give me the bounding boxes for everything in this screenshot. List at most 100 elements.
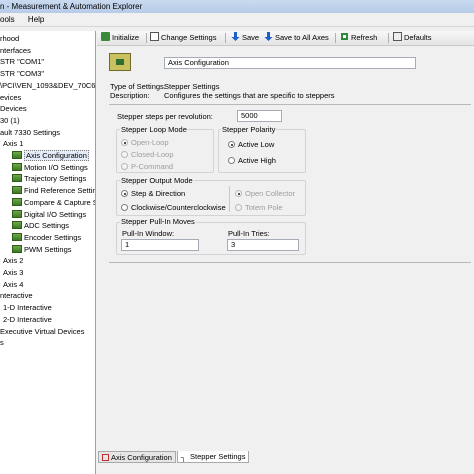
change-settings-button[interactable]: Change Settings (150, 32, 216, 44)
settings-name-field[interactable]: Axis Configuration (164, 57, 416, 69)
p-command-radio[interactable]: P-Command (121, 162, 173, 172)
pullin-window-input[interactable]: 1 (121, 239, 199, 251)
tree-item[interactable]: evices (0, 92, 21, 103)
tree-item[interactable]: Trajectory Settings (12, 173, 86, 184)
radio-icon (121, 190, 128, 197)
tree-item[interactable]: Motion I/O Settings (12, 162, 88, 173)
tree-item-label: Axis 2 (3, 256, 24, 266)
tree-item[interactable]: nteractive (0, 290, 33, 301)
closed-loop-radio[interactable]: Closed-Loop (121, 150, 174, 160)
description-value: Configures the settings that are specifi… (164, 91, 335, 100)
tree-item[interactable]: Digital I/O Settings (12, 209, 86, 220)
menu-tools[interactable]: ools (0, 15, 15, 24)
tab-stepper-settings[interactable]: ┐ Stepper Settings (177, 451, 250, 463)
save-to-all-axes-button[interactable]: Save to All Axes (264, 32, 329, 44)
tree-item-label: ADC Settings (24, 221, 70, 231)
refresh-button[interactable]: Refresh (340, 32, 377, 44)
tree-item[interactable]: Devices (0, 103, 27, 114)
defaults-button[interactable]: Defaults (393, 32, 432, 44)
settings-icon (150, 32, 159, 41)
bottom-tab-strip: Axis Configuration ┐ Stepper Settings (98, 449, 474, 474)
settings-node-icon (12, 186, 22, 195)
menu-help[interactable]: Help (28, 15, 44, 24)
pullin-window-label: Pull-In Window: (122, 229, 175, 238)
tree-item-label: Axis Configuration (24, 150, 89, 161)
defaults-icon (393, 32, 402, 41)
tree-item[interactable]: nterfaces (0, 45, 31, 56)
pullin-tries-label: Pull-In Tries: (228, 229, 270, 238)
settings-node-icon (12, 232, 22, 241)
tab-axis-configuration[interactable]: Axis Configuration (98, 451, 176, 463)
steps-per-rev-input[interactable]: 5000 (237, 110, 282, 122)
toolbar-separator (388, 33, 389, 43)
tree-item[interactable]: 30 (1) (0, 115, 20, 126)
settings-node-icon (12, 197, 22, 206)
tree-item[interactable]: Axis 2 (3, 255, 23, 266)
settings-node-icon (12, 244, 22, 253)
open-collector-radio[interactable]: Open Collector (235, 189, 295, 199)
tree-item[interactable]: \PCI\VEN_1093&DEV_70C6& (0, 80, 95, 91)
step-direction-radio[interactable]: Step & Direction (121, 189, 185, 199)
toolbar: Initialize Change Settings Save Save to … (97, 31, 474, 46)
arrow-down-icon (264, 32, 273, 41)
polarity-group (218, 129, 306, 173)
radio-icon (228, 141, 235, 148)
tree-item-label: Encoder Settings (24, 232, 82, 242)
folder-icon (109, 53, 131, 71)
tree-item[interactable]: Axis Configuration (12, 150, 89, 161)
active-low-radio[interactable]: Active Low (228, 140, 274, 150)
pullin-tries-input[interactable]: 3 (227, 239, 299, 251)
tree-item[interactable]: Axis 4 (3, 279, 23, 290)
loop-mode-title: Stepper Loop Mode (120, 125, 188, 135)
radio-icon (121, 163, 128, 170)
polarity-title: Stepper Polarity (221, 125, 277, 135)
tree-item[interactable]: PWM Settings (12, 244, 72, 255)
configuration-tree[interactable]: rhood nterfaces STR "COM1" STR "COM3" \PCI\V… (0, 31, 96, 474)
radio-icon (235, 190, 242, 197)
initialize-button[interactable]: Initialize (101, 32, 139, 44)
tree-item-label: Axis 1 (3, 139, 24, 149)
tree-item-label: 1-D Interactive (3, 303, 52, 313)
toolbar-separator (335, 33, 336, 43)
menu-bar: ools Help (0, 13, 474, 27)
tree-item-label: Executive Virtual Devices (0, 326, 85, 336)
divider (109, 104, 471, 105)
tree-item[interactable]: ault 7330 Settings (0, 127, 60, 138)
tree-item-label: ault 7330 Settings (0, 127, 61, 137)
open-loop-radio[interactable]: Open-Loop (121, 138, 169, 148)
tree-item-label: s (0, 338, 4, 348)
clockwise-counterclockwise-radio[interactable]: Clockwise/Counterclockwise (121, 203, 226, 213)
arrow-down-icon (231, 32, 240, 41)
tree-item[interactable]: s (0, 337, 4, 348)
pullin-title: Stepper Pull-In Moves (120, 217, 196, 227)
active-high-radio[interactable]: Active High (228, 156, 276, 166)
tree-item[interactable]: 1-D Interactive (3, 302, 52, 313)
tree-item[interactable]: Axis 3 (3, 267, 23, 278)
tree-item[interactable]: rhood (0, 33, 19, 44)
initialize-icon (101, 32, 110, 41)
tree-item-label: nterfaces (0, 45, 31, 55)
description-label: Description: (110, 91, 150, 100)
tree-item-label: Motion I/O Settings (24, 162, 88, 172)
save-button[interactable]: Save (231, 32, 259, 44)
settings-node-icon (12, 209, 22, 218)
tree-item[interactable]: Encoder Settings (12, 232, 81, 243)
tree-item[interactable]: Executive Virtual Devices (0, 326, 84, 337)
tree-item-label: Axis 4 (3, 279, 24, 289)
tree-item-label: STR "COM3" (0, 69, 45, 79)
tree-item-label: nteractive (0, 291, 33, 301)
tree-item-label: Axis 3 (3, 268, 24, 277)
toolbar-separator (146, 33, 147, 43)
tree-item[interactable]: Compare & Capture Set (12, 197, 95, 208)
refresh-icon (341, 33, 348, 40)
tree-item[interactable]: STR "COM3" (0, 68, 44, 79)
vertical-divider (229, 186, 230, 212)
totem-pole-radio[interactable]: Totem Pole (235, 203, 283, 213)
tree-item[interactable]: STR "COM1" (0, 56, 44, 67)
tree-item[interactable]: Axis 1 (3, 138, 23, 149)
tree-item[interactable]: Find Reference Settings (12, 185, 95, 196)
tree-item-label: 30 (1) (0, 115, 20, 125)
tree-item[interactable]: ADC Settings (12, 220, 69, 231)
tree-item[interactable]: 2-D Interactive (3, 314, 52, 325)
radio-icon (121, 204, 128, 211)
